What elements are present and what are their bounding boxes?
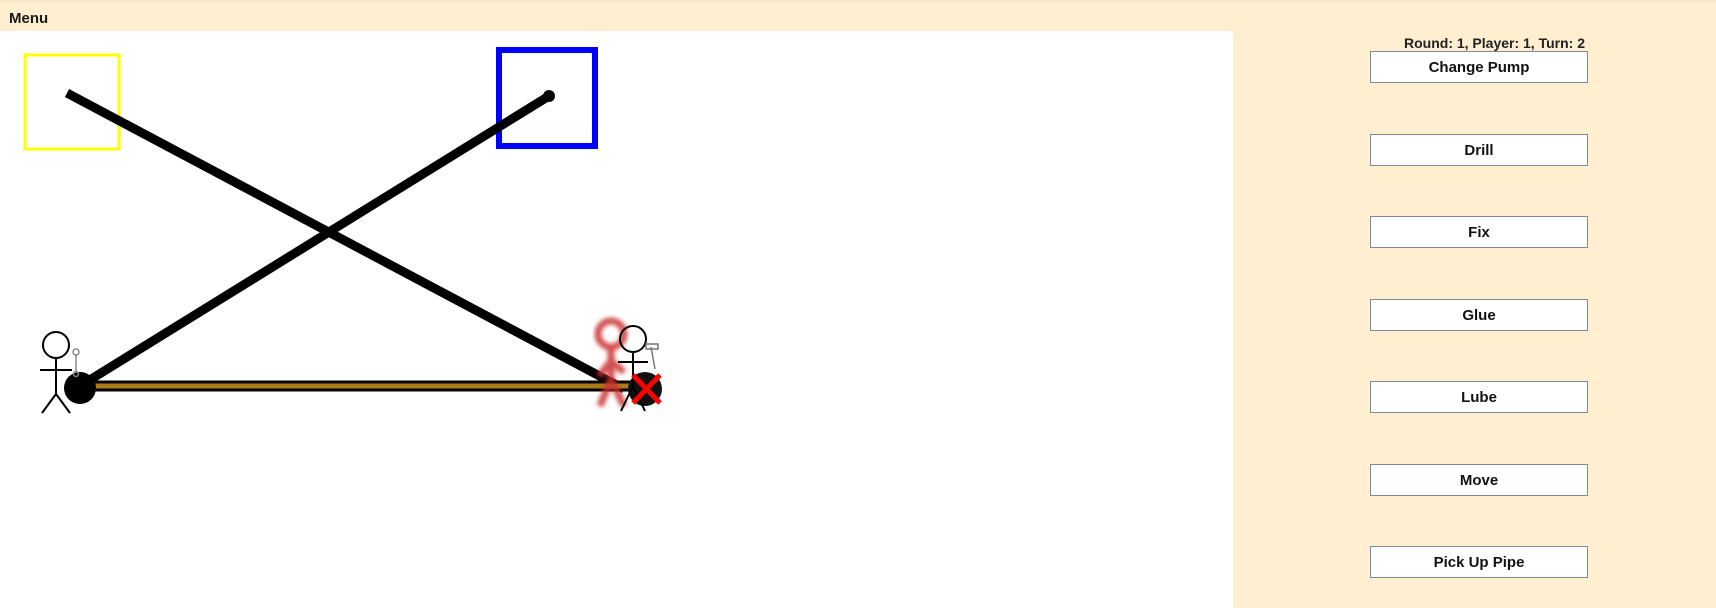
pipe-end-node [543,90,555,102]
plumber-player[interactable] [40,331,72,414]
pick-up-pipe-button[interactable]: Pick Up Pipe [1370,546,1588,578]
lube-button[interactable]: Lube [1370,381,1588,413]
action-panel: Round: 1, Player: 1, Turn: 2 Change Pump… [1233,31,1716,608]
pump-left[interactable] [64,372,96,404]
board-canvas[interactable] [0,31,1233,608]
menubar: Menu [0,0,1716,30]
game-board[interactable] [0,31,1233,608]
glue-button[interactable]: Glue [1370,299,1588,331]
wrench-icon [72,348,80,378]
move-button[interactable]: Move [1370,464,1588,496]
water-source[interactable] [23,53,121,151]
change-pump-button[interactable]: Change Pump [1370,51,1588,83]
round-status: Round: 1, Player: 1, Turn: 2 [1404,35,1585,51]
drill-button[interactable]: Drill [1370,134,1588,166]
fix-button[interactable]: Fix [1370,216,1588,248]
menu-button[interactable]: Menu [9,10,48,27]
hammer-icon [645,343,659,370]
